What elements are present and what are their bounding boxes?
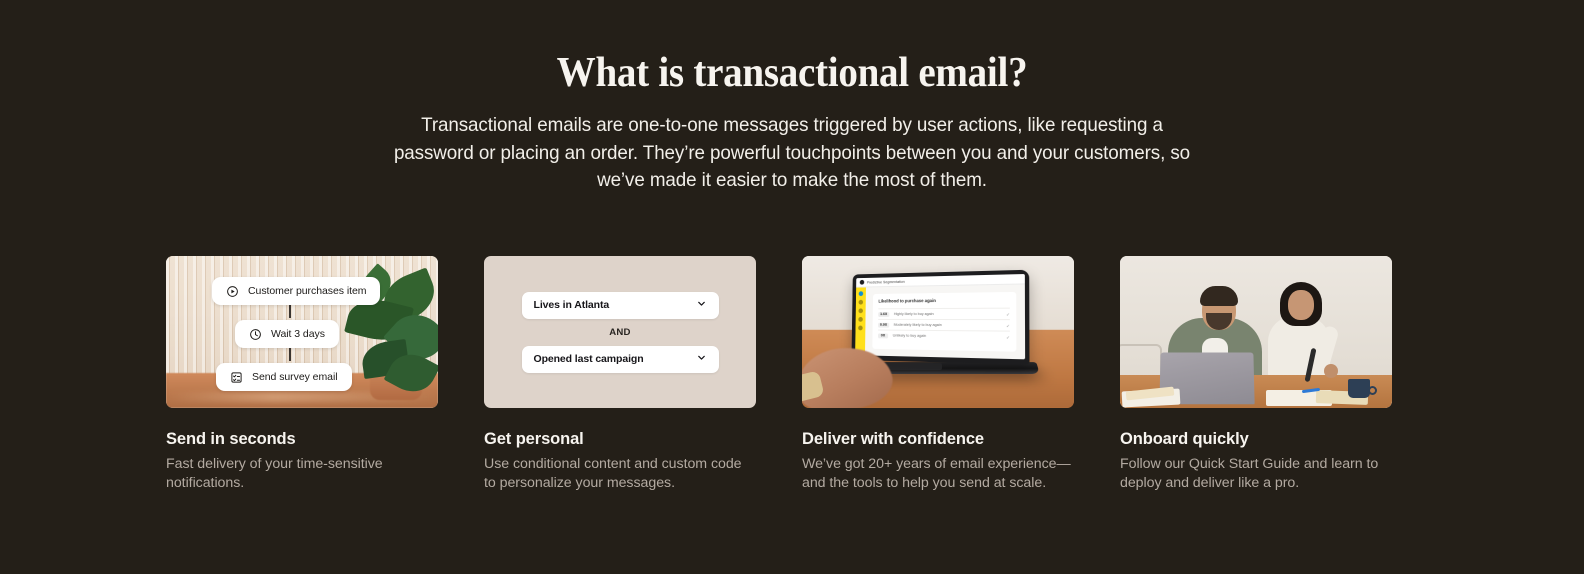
card-title: Send in seconds [166, 430, 296, 448]
photo-person-seated-hair [1200, 286, 1238, 306]
card-title: Get personal [484, 430, 584, 448]
sidebar-item-icon [858, 325, 863, 331]
dashboard-row: 0X Unlikely to buy again ✓ [877, 329, 1010, 343]
chevron-down-icon [696, 352, 707, 366]
dashboard-row-value: 0.9X [878, 322, 890, 328]
flow-step-delay[interactable]: Wait 3 days [235, 320, 339, 348]
photo-person-standing-face [1288, 290, 1314, 320]
card-media-conditions: Lives in Atlanta AND Opened last campaig… [484, 256, 756, 408]
flow-step-label: Customer purchases item [248, 285, 367, 297]
dashboard-row: 1.6X Highly likely to buy again ✓ [878, 307, 1010, 320]
dashboard-row-label: Moderately likely to buy again [893, 322, 942, 328]
card-title: Onboard quickly [1120, 430, 1249, 448]
feature-card-get-personal: Lives in Atlanta AND Opened last campaig… [484, 256, 756, 492]
card-description: We’ve got 20+ years of email experience—… [802, 456, 1071, 491]
transactional-email-section: What is transactional email? Transaction… [0, 0, 1584, 574]
dashboard-row-value: 0X [877, 332, 889, 338]
photo-mug [1348, 379, 1370, 398]
dashboard-main: Likelihood to purchase again 1.6X Highly… [864, 284, 1026, 360]
card-media-laptop-photo: Predictive Segmentation Likelihood to pu… [802, 256, 1074, 408]
card-description: Use conditional content and custom code … [484, 456, 742, 491]
condition-select-location[interactable]: Lives in Atlanta [521, 291, 719, 319]
flow-step-action[interactable]: Send survey email [216, 363, 352, 391]
play-circle-icon [226, 285, 239, 298]
card-media-team-photo [1120, 256, 1392, 408]
dashboard-row-label: Highly likely to buy again [893, 312, 934, 317]
dashboard-panel-title: Likelihood to purchase again [878, 298, 936, 304]
section-subhead: Transactional emails are one-to-one mess… [393, 114, 1191, 191]
condition-select-engagement[interactable]: Opened last campaign [521, 345, 719, 373]
sidebar-item-icon [858, 291, 864, 297]
checklist-icon [230, 371, 243, 384]
flow-step-label: Wait 3 days [271, 328, 325, 340]
condition-label: Lives in Atlanta [533, 299, 610, 311]
dashboard-row-label: Unlikely to buy again [892, 333, 927, 338]
clock-icon [249, 328, 262, 341]
sidebar-item-icon [858, 299, 864, 305]
card-media-automation-flow: Customer purchases item Wait 3 days Send… [166, 256, 438, 408]
dashboard-body: Likelihood to purchase again 1.6X Highly… [855, 284, 1026, 360]
dashboard-row-value: 1.6X [878, 311, 890, 317]
check-icon: ✓ [1006, 322, 1010, 328]
section-header: What is transactional email? Transaction… [0, 0, 1584, 195]
feature-card-send-in-seconds: Customer purchases item Wait 3 days Send… [166, 256, 438, 492]
card-description: Follow our Quick Start Guide and learn t… [1120, 456, 1379, 491]
dashboard-app-title: Predictive Segmentation [866, 279, 905, 285]
dashboard-panel: Likelihood to purchase again 1.6X Highly… [872, 291, 1017, 352]
photo-person-standing-hand [1324, 364, 1338, 378]
condition-label: Opened last campaign [533, 353, 644, 365]
flow-step-label: Send survey email [252, 371, 338, 383]
card-title: Deliver with confidence [802, 430, 984, 448]
card-description: Fast delivery of your time-sensitive not… [166, 456, 383, 491]
check-icon: ✓ [1006, 334, 1010, 340]
app-logo-icon [859, 279, 865, 285]
feature-card-onboard-quickly: Onboard quickly Follow our Quick Start G… [1120, 256, 1392, 492]
laptop-lid: Predictive Segmentation Likelihood to pu… [851, 269, 1030, 365]
condition-operator: AND [609, 326, 631, 338]
check-icon: ✓ [1006, 311, 1010, 317]
sidebar-item-icon [858, 308, 863, 314]
flow-step-trigger[interactable]: Customer purchases item [212, 277, 381, 305]
feature-card-row: Customer purchases item Wait 3 days Send… [166, 256, 1418, 492]
chevron-down-icon [696, 298, 707, 312]
page-title: What is transactional email? [556, 50, 1028, 96]
feature-card-deliver-with-confidence: Predictive Segmentation Likelihood to pu… [802, 256, 1074, 492]
sidebar-item-icon [858, 317, 863, 322]
laptop-screen: Predictive Segmentation Likelihood to pu… [855, 274, 1026, 360]
